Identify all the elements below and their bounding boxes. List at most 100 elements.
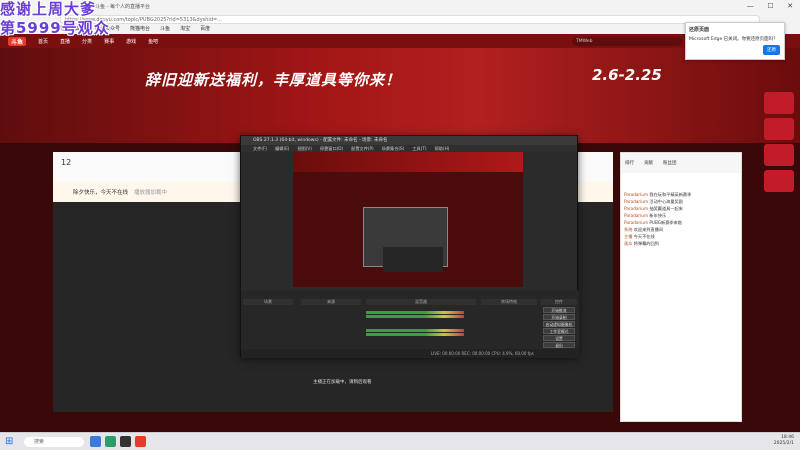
obs-menu-item[interactable]: 编辑(E) (275, 145, 289, 152)
room-count: 12 (61, 158, 72, 167)
douyu-icon[interactable] (135, 436, 146, 447)
restore-pages-popup: 还原页面 Microsoft Edge 已关闭。你要还原页面吗？ 还原 (685, 22, 785, 60)
chat-user[interactable]: Paradarium (624, 199, 648, 204)
obs-menu-item[interactable]: 视图(V) (297, 145, 312, 152)
dock-header-controls: 控件 (541, 299, 577, 305)
promo-tile[interactable] (764, 92, 794, 114)
player-caption: 主播正在加载中，请稍后观看 (313, 380, 372, 385)
nav-item[interactable]: 鱼吧 (148, 38, 158, 45)
chat-tab[interactable]: 排行 (625, 160, 634, 166)
banner-slogan: 辞旧迎新送福利，丰厚道具等你来！ (145, 71, 402, 89)
minimize-button[interactable]: — (747, 2, 754, 12)
overlay-line-2: 第5999号观众 (0, 19, 110, 37)
audio-meter (366, 329, 464, 332)
audio-meter (366, 315, 464, 318)
chat-text: 我在玩和平精英新赛季 (649, 192, 692, 197)
chat-user[interactable]: Paradarium (624, 220, 648, 225)
stream-overlay-text: 感谢上周大爹 第5999号观众 (0, 0, 110, 38)
favorite-item[interactable]: 熊猫电台 (130, 25, 150, 32)
dock-header-scenes: 场景 (243, 299, 293, 305)
obs-menu-item[interactable]: 停靠窗口(D) (320, 145, 343, 152)
dock-header-mixer: 混音器 (366, 299, 476, 305)
taskbar-search[interactable]: 搜索 (24, 437, 84, 447)
chat-user[interactable]: Paradarium (624, 206, 648, 211)
virtual-camera-button[interactable]: 启动虚拟摄像机 (543, 321, 575, 327)
chat-text: PUBG新赛季来临 (649, 220, 682, 225)
system-clock[interactable]: 18:46 2025/2/1 (774, 435, 794, 447)
restore-button[interactable]: 还原 (763, 45, 780, 55)
chat-message: 观众 将弹幕的回到 (621, 240, 741, 247)
obs-menu-item[interactable]: 文件(F) (253, 145, 267, 152)
chat-panel: 排行 贡献 粉丝团 Paradarium 我在玩和平精英新赛季 Paradari… (620, 152, 742, 422)
chat-message: 主播 今天不在线 (621, 233, 741, 240)
chat-message: 系统 欢迎来到直播间 (621, 226, 741, 233)
favorite-item[interactable]: 淘宝 (180, 25, 190, 32)
site-search-input[interactable]: TMWeb (572, 37, 682, 46)
obs-menu-item[interactable]: 帮助(H) (435, 145, 450, 152)
nav-item[interactable]: 首页 (38, 38, 48, 45)
obs-menu-item[interactable]: 工具(T) (412, 145, 426, 152)
settings-button[interactable]: 设置 (543, 335, 575, 341)
edge-icon[interactable] (105, 436, 116, 447)
promo-tile[interactable] (764, 118, 794, 140)
nav-item[interactable]: 分类 (82, 38, 92, 45)
nav-item[interactable]: 游戏 (126, 38, 136, 45)
chat-message: Paradarium PUBG新赛季来临 (621, 219, 741, 226)
obs-menu-item[interactable]: 配置文件(P) (351, 145, 374, 152)
side-promo-column (764, 92, 796, 422)
obs-preview[interactable] (293, 152, 523, 287)
promo-tile[interactable] (764, 144, 794, 166)
chat-text: 新年快乐 (649, 213, 667, 218)
taskbar: ⊞ 搜索 18:46 2025/2/1 (0, 432, 800, 450)
windows-start-icon[interactable]: ⊞ (5, 437, 15, 447)
obs-icon[interactable] (120, 436, 131, 447)
studio-mode-button[interactable]: 工作室模式 (543, 328, 575, 334)
browser-tab[interactable]: 斗鱼 - 每个人的直播平台 (95, 3, 775, 15)
window-controls: — ☐ ✕ (740, 2, 800, 12)
chat-message: Paradarium 新年快乐 (621, 212, 741, 219)
exit-button[interactable]: 退出 (543, 342, 575, 348)
room-title: 除夕快乐，今天不在线 (73, 190, 129, 196)
explorer-icon[interactable] (90, 436, 101, 447)
chat-tab[interactable]: 贡献 (644, 160, 653, 166)
maximize-button[interactable]: ☐ (767, 2, 773, 12)
nav-item[interactable]: 直播 (60, 38, 70, 45)
chat-text: 欢迎来到直播间 (633, 227, 664, 232)
chat-text: 抽奖赢道具一起来 (649, 206, 683, 211)
promo-tile[interactable] (764, 170, 794, 192)
chat-user[interactable]: 观众 (624, 241, 632, 246)
chat-text: 将弹幕的回到 (633, 241, 659, 246)
chat-text: 今天不在线 (633, 234, 655, 239)
chat-text: 活动中心海量奖励 (649, 199, 683, 204)
chat-message: Paradarium 我在玩和平精英新赛季 (621, 191, 741, 198)
chat-tabs: 排行 贡献 粉丝团 (621, 153, 741, 173)
chat-message: Paradarium 活动中心海量奖励 (621, 198, 741, 205)
favorites-bar: 导入收藏夹 腾讯公众号 熊猫电台 斗鱼 淘宝 百度 (60, 24, 560, 33)
favorite-item[interactable]: 斗鱼 (160, 25, 170, 32)
obs-title-bar[interactable]: OBS 27.1.3 (64-bit, windows) - 配置文件: 未命名… (241, 136, 577, 145)
chat-message: Paradarium 抽奖赢道具一起来 (621, 205, 741, 212)
dock-header-transitions: 转场特效 (481, 299, 537, 305)
taskbar-apps (90, 436, 146, 447)
event-banner (0, 48, 800, 143)
start-recording-button[interactable]: 开始录制 (543, 314, 575, 320)
preview-banner (293, 152, 523, 172)
obs-status-bar: LIVE: 00:00:00 REC: 00:00:00 CPU: 4.9%, … (241, 349, 579, 358)
audio-meter (366, 311, 464, 314)
address-bar[interactable]: https://www.douyu.com/topic/PUBG2025?rid… (60, 15, 760, 24)
chat-user[interactable]: Paradarium (624, 192, 648, 197)
room-subtitle: 播放器加载中 (134, 190, 168, 196)
chat-user[interactable]: Paradarium (624, 213, 648, 218)
chat-user[interactable]: 系统 (624, 227, 632, 232)
obs-window: OBS 27.1.3 (64-bit, windows) - 配置文件: 未命名… (240, 135, 579, 358)
chat-user[interactable]: 主播 (624, 234, 632, 239)
start-streaming-button[interactable]: 开始推流 (543, 307, 575, 313)
favorite-item[interactable]: 百度 (200, 25, 210, 32)
obs-menu-item[interactable]: 场景集合(S) (382, 145, 405, 152)
dock-header-sources: 来源 (301, 299, 361, 305)
close-button[interactable]: ✕ (787, 2, 793, 12)
nav-item[interactable]: 赛事 (104, 38, 114, 45)
popup-title: 还原页面 (689, 27, 710, 33)
popup-body: Microsoft Edge 已关闭。你要还原页面吗？ (689, 37, 778, 42)
chat-tab[interactable]: 粉丝团 (663, 160, 677, 166)
